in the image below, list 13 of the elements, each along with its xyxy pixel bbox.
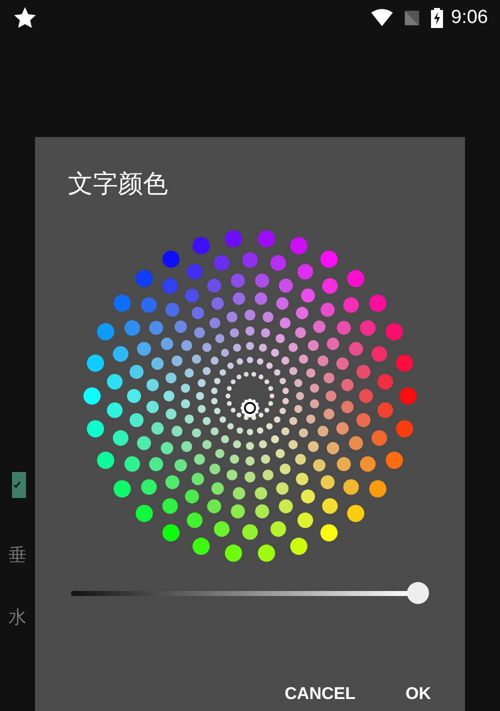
setting-label: 水 <box>8 606 26 629</box>
dialog-title: 文字颜色 <box>68 168 168 200</box>
setting-label: 垂 <box>8 544 26 567</box>
wifi-icon <box>371 9 394 27</box>
clock: 9:06 <box>451 7 488 29</box>
check-icon <box>12 480 22 490</box>
dialog-button[interactable]: CANCEL <box>284 684 356 704</box>
checkbox[interactable] <box>12 472 26 498</box>
dialog-button[interactable]: OK <box>406 684 431 704</box>
brightness-slider[interactable] <box>71 582 429 604</box>
battery-charging-icon <box>431 8 444 28</box>
star-icon <box>12 5 38 31</box>
slider-thumb[interactable] <box>407 582 429 604</box>
